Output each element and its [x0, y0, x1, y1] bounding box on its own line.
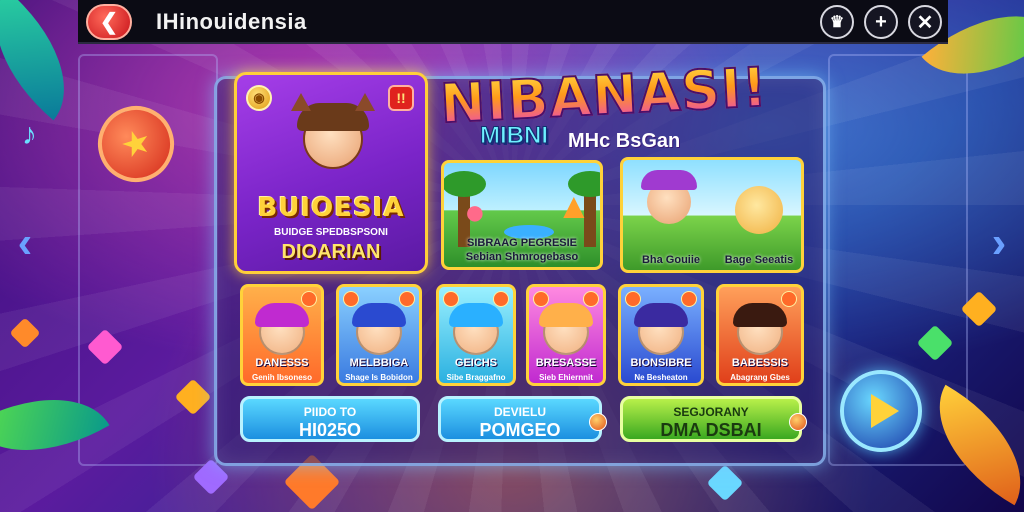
button-line-2: POMGEO	[479, 420, 561, 440]
featured-title: BUIOESIA	[257, 193, 405, 223]
app-title: IHinouidensia	[156, 9, 307, 34]
action-button-1[interactable]: PIIDO TO HI025O	[240, 396, 420, 442]
character-hair	[352, 303, 406, 327]
notification-dot-icon	[789, 413, 807, 431]
previous-arrow-button[interactable]: ‹	[10, 218, 40, 268]
featured-subtitle-2: DIOARIAN	[281, 241, 381, 263]
chevron-right-icon: ›	[991, 218, 1007, 267]
play-button[interactable]	[840, 370, 922, 452]
action-button-3[interactable]: SEGJORANY DMA DSBAI	[620, 396, 807, 442]
gem-decoration	[9, 317, 41, 349]
featured-subtitle: BUIDGE SPEDBSPSONI	[274, 227, 388, 238]
action-button-2[interactable]: DEVIELU POMGEO	[438, 396, 607, 442]
character-caption: Sieb Ehiernnit	[539, 373, 593, 382]
badge-icon	[443, 291, 459, 307]
scene-label: SIBRAAG PEGRESIE	[466, 237, 578, 249]
character-hair	[255, 303, 309, 327]
button-line-2: DMA DSBAI	[660, 420, 762, 440]
notification-dot-icon	[589, 413, 607, 431]
scene-label: Bage Seeatis	[724, 254, 794, 266]
character-name: DANESSS	[255, 357, 309, 369]
character-name: GEICHS	[454, 357, 498, 369]
chevron-left-icon: ‹	[17, 218, 33, 267]
character-card[interactable]: MELBBIGA Shage Is Bobidon	[336, 284, 422, 386]
button-line-1: SEGJORANY	[673, 405, 749, 419]
character-card[interactable]: BRESASSE Sieb Ehiernnit	[526, 284, 606, 386]
chevron-left-icon: ❮	[99, 9, 119, 34]
close-button[interactable]: ✕	[908, 5, 942, 39]
badge-icon	[533, 291, 549, 307]
button-line-1: PIIDO TO	[303, 405, 357, 419]
character-caption: Abagrang Gbes	[730, 373, 790, 382]
character-hair	[449, 303, 503, 327]
character-name: BIONSIBRE	[630, 357, 692, 369]
character-card[interactable]: DANESSS Genih Ibsoneso	[240, 284, 324, 386]
logo-tagline: MHc BsGan	[568, 130, 681, 152]
trophy-icon: ♛	[829, 14, 845, 31]
creature-icon: ▲	[556, 185, 592, 226]
play-icon	[871, 394, 899, 428]
character-name: MELBBIGA	[349, 357, 409, 369]
scene-card-meadow[interactable]: Bha Gouiie Bage Seeatis	[620, 157, 804, 273]
back-button[interactable]: ❮	[86, 4, 132, 40]
character-card[interactable]: GEICHS Sibe Braggafno	[436, 284, 516, 386]
character-name: BABESSIS	[731, 357, 789, 369]
scene-label: Bha Gouiie	[641, 254, 701, 266]
close-icon: ✕	[916, 11, 934, 34]
scene-card-jungle[interactable]: ● ▲ SIBRAAG PEGRESIE Sebian Shmrogebaso	[441, 160, 603, 270]
badge-icon	[399, 291, 415, 307]
cat-ear-right	[355, 93, 375, 111]
character-hair	[634, 303, 688, 327]
button-line-1: DEVIELU	[493, 405, 546, 419]
featured-game-card[interactable]: ◉ !! BUIOESIA BUIDGE SPEDBSPSONI DIOARIA…	[234, 72, 428, 274]
coin-badge-icon: ◉	[246, 85, 272, 111]
badge-icon	[343, 291, 359, 307]
badge-icon	[583, 291, 599, 307]
character-caption: Sibe Braggafno	[446, 373, 506, 382]
next-arrow-button[interactable]: ›	[984, 218, 1014, 268]
top-bar: ❮ IHinouidensia ♛ + ✕	[78, 0, 948, 44]
logo-subtitle: MIBNI	[480, 122, 549, 150]
character-name: BRESASSE	[535, 357, 597, 369]
trophy-button[interactable]: ♛	[820, 5, 854, 39]
plus-icon: +	[875, 10, 887, 33]
badge-icon	[301, 291, 317, 307]
badge-icon	[681, 291, 697, 307]
character-card[interactable]: BIONSIBRE Ne Besheaton	[618, 284, 704, 386]
badge-icon	[781, 291, 797, 307]
character-caption: Genih Ibsoneso	[251, 373, 312, 382]
creature-icon: ●	[464, 191, 486, 232]
character-hat	[641, 170, 697, 190]
character-caption: Ne Besheaton	[634, 373, 688, 382]
character-hair	[539, 303, 593, 327]
badge-icon	[493, 291, 509, 307]
badge-icon	[625, 291, 641, 307]
scene-caption: Sebian Shmrogebaso	[465, 251, 579, 263]
character-caption: Shage Is Bobidon	[345, 373, 413, 382]
alert-badge: !!	[388, 85, 414, 111]
add-button[interactable]: +	[864, 5, 898, 39]
gem-decoration	[706, 464, 744, 502]
cat-ear-left	[291, 93, 311, 111]
character-hair	[733, 303, 787, 327]
music-note-icon: ♪	[22, 118, 37, 151]
character-card[interactable]: BABESSIS Abagrang Gbes	[716, 284, 804, 386]
character-face	[735, 186, 783, 234]
button-line-2: HI025O	[298, 420, 362, 440]
